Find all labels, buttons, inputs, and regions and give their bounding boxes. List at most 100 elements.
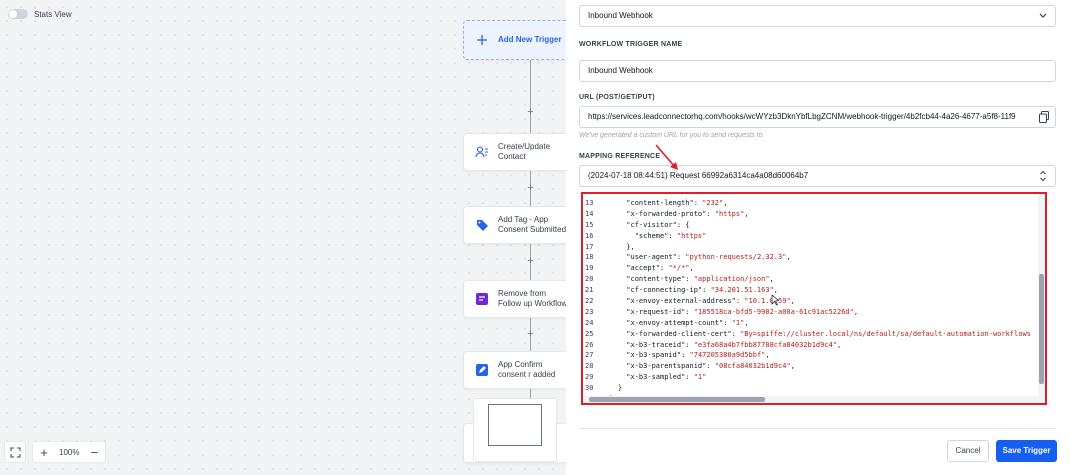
code-text: "x-b3-traceid": "e3fa68a4b7fbb87708cfa84… xyxy=(601,340,842,349)
node-label: Add Tag - App Consent Submitted xyxy=(498,215,566,234)
line-number: 29 xyxy=(585,373,594,382)
code-text: "x-b3-parentspanid": "08cfa84032b1d9c4", xyxy=(601,362,795,371)
line-number: 15 xyxy=(585,220,594,229)
trigger-name-label: WORKFLOW TRIGGER NAME xyxy=(579,41,683,48)
line-number: 26 xyxy=(585,340,594,349)
scroll-thumb[interactable] xyxy=(589,397,765,402)
code-text: "accept": "*/*", xyxy=(601,264,694,273)
zoom-in-button[interactable]: + xyxy=(33,445,55,460)
save-trigger-button[interactable]: Save Trigger xyxy=(996,440,1057,462)
mapping-reference-value: (2024-07-18 08:44:51) Request 66992a6314… xyxy=(588,171,809,180)
text-cursor-icon xyxy=(771,294,779,306)
code-line: 27 "x-b3-spanid": "747205380a9d5bbf", xyxy=(583,350,1037,361)
code-line: 18 "user-agent": "python-requests/2.32.3… xyxy=(583,252,1037,263)
line-number: 22 xyxy=(585,297,594,306)
line-number: 30 xyxy=(585,384,594,393)
code-line: 21 "cf-connecting-ip": "34.201.51.163", xyxy=(583,285,1037,296)
code-text: "user-agent": "python-requests/2.32.3", xyxy=(601,253,791,262)
line-number: 25 xyxy=(585,329,594,338)
workflow-node-app-confirm[interactable]: App Confirm consent r added xyxy=(463,351,566,389)
code-text: "x-envoy-attempt-count": "1", xyxy=(601,318,749,327)
chevron-down-icon xyxy=(1039,6,1047,26)
code-line: 26 "x-b3-traceid": "e3fa68a4b7fbb87708cf… xyxy=(583,340,1037,351)
line-number: 23 xyxy=(585,307,594,316)
code-text: "x-request-id": "185518ca-bfd5-9902-a00a… xyxy=(601,307,859,316)
code-line: 15 "cf-visitor": { xyxy=(583,220,1037,231)
code-text: "scheme": "https" xyxy=(601,231,707,240)
horizontal-scrollbar[interactable] xyxy=(583,396,1045,403)
code-line: 29 "x-b3-sampled": "1" xyxy=(583,372,1037,383)
url-label: URL (POST/GET/PUT) xyxy=(579,94,655,101)
annotation-arrow-icon xyxy=(655,144,678,170)
fullscreen-icon xyxy=(10,447,20,457)
trigger-type-select[interactable]: Inbound Webhook xyxy=(579,5,1056,27)
payload-code-viewer[interactable]: 13 "content-length": "232", 14 "x-forward… xyxy=(581,192,1047,405)
code-text: "x-b3-spanid": "747205380a9d5bbf", xyxy=(601,351,770,360)
zoom-controls: + 100% − xyxy=(4,441,107,463)
url-hint: We've generated a custom URL for you to … xyxy=(579,132,765,139)
trigger-config-panel: Inbound Webhook WORKFLOW TRIGGER NAME In… xyxy=(566,0,1071,475)
line-number: 16 xyxy=(585,231,594,240)
vertical-scrollbar[interactable] xyxy=(1038,194,1045,403)
line-number: 21 xyxy=(585,286,594,295)
code-line: 20 "content-type": "application/json", xyxy=(583,274,1037,285)
minimap-viewport[interactable] xyxy=(488,404,542,446)
code-text: } xyxy=(601,384,623,393)
trigger-node-label: Add New Trigger xyxy=(498,35,562,44)
code-line: 30 } xyxy=(583,383,1037,394)
trigger-name-input[interactable]: Inbound Webhook xyxy=(579,60,1056,82)
code-line: 17 }, xyxy=(583,242,1037,253)
add-step-button[interactable]: + xyxy=(524,255,537,268)
line-number: 24 xyxy=(585,318,594,327)
mapping-reference-label: MAPPING REFERENCE xyxy=(579,153,661,160)
add-step-button[interactable]: + xyxy=(524,182,537,195)
stats-view-label: Stats View xyxy=(34,9,72,19)
code-line: 16 "scheme": "https" xyxy=(583,231,1037,242)
workflow-node-create-contact[interactable]: Create/Update Contact xyxy=(463,133,566,171)
line-number: 18 xyxy=(585,253,594,262)
zoom-out-button[interactable]: − xyxy=(83,445,105,460)
code-lines: 13 "content-length": "232", 14 "x-forward… xyxy=(583,198,1037,403)
code-text: "content-length": "232", xyxy=(601,199,728,207)
webhook-url-value: https://services.leadconnectorhq.com/hoo… xyxy=(588,112,1016,121)
line-number: 28 xyxy=(585,362,594,371)
workflow-remove-icon xyxy=(474,291,490,307)
node-label: App Confirm consent r added xyxy=(498,360,556,379)
code-text: "x-forwarded-client-cert": "By=spiffe://… xyxy=(601,329,1031,338)
add-new-trigger-node[interactable]: Add New Trigger xyxy=(463,20,566,60)
mapping-reference-select[interactable]: (2024-07-18 08:44:51) Request 66992a6314… xyxy=(579,165,1056,187)
cancel-button[interactable]: Cancel xyxy=(947,440,989,462)
workflow-node-remove-workflow[interactable]: Remove from Follow up Workflow xyxy=(463,280,566,318)
copy-icon[interactable] xyxy=(1039,111,1049,127)
code-text: "cf-connecting-ip": "34.201.51.163", xyxy=(601,286,779,295)
add-step-button[interactable]: + xyxy=(524,106,537,119)
updown-chevron-icon xyxy=(1039,166,1047,186)
edit-icon xyxy=(474,362,490,378)
trigger-type-value: Inbound Webhook xyxy=(588,11,653,20)
workflow-canvas[interactable]: Stats View + + + + Add New Trigger Creat… xyxy=(0,0,566,475)
code-line: 22 "x-envoy-external-address": "10.1.0.5… xyxy=(583,296,1037,307)
connector-line xyxy=(530,60,531,133)
code-line: 24 "x-envoy-attempt-count": "1", xyxy=(583,318,1037,329)
line-number: 13 xyxy=(585,199,594,207)
code-text: "cf-visitor": { xyxy=(601,220,690,229)
code-text: "x-forwarded-proto": "https", xyxy=(601,209,749,218)
toggle-switch[interactable] xyxy=(8,9,28,19)
code-text: "x-envoy-external-address": "10.1.0.59", xyxy=(601,297,795,306)
canvas-minimap[interactable] xyxy=(473,398,557,462)
code-line: 13 "content-length": "232", xyxy=(583,198,1037,209)
workflow-node-add-tag[interactable]: Add Tag - App Consent Submitted xyxy=(463,206,566,244)
fit-screen-button[interactable] xyxy=(4,441,26,463)
code-text: "content-type": "application/json", xyxy=(601,275,774,284)
stats-view-toggle[interactable]: Stats View xyxy=(8,9,72,19)
webhook-url-input[interactable]: https://services.leadconnectorhq.com/hoo… xyxy=(579,106,1056,128)
trigger-name-value: Inbound Webhook xyxy=(588,66,653,75)
scroll-thumb[interactable] xyxy=(1039,274,1044,384)
node-label: Create/Update Contact xyxy=(498,142,551,161)
add-step-button[interactable]: + xyxy=(524,328,537,341)
line-number: 27 xyxy=(585,351,594,360)
line-number: 14 xyxy=(585,209,594,218)
line-number: 17 xyxy=(585,242,594,251)
code-line: 23 "x-request-id": "185518ca-bfd5-9902-a… xyxy=(583,307,1037,318)
code-line: 28 "x-b3-parentspanid": "08cfa84032b1d9c… xyxy=(583,361,1037,372)
